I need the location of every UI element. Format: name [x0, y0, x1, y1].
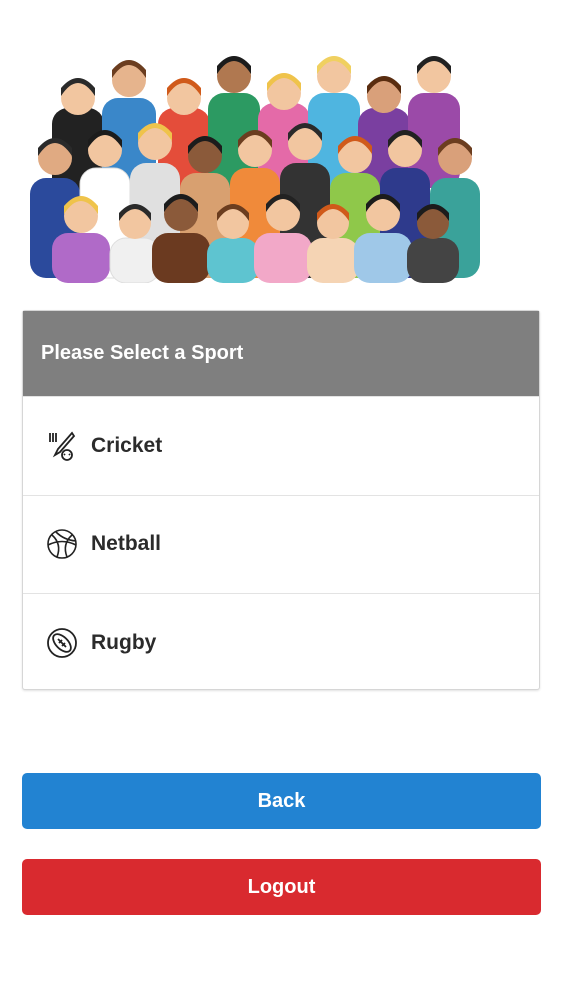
- sport-label: Cricket: [91, 433, 163, 457]
- sport-item-netball[interactable]: Netball: [23, 494, 539, 594]
- sport-item-rugby[interactable]: Rugby: [23, 593, 539, 692]
- sport-selection-card: Please Select a Sport Cricket Netball Ru…: [22, 310, 540, 690]
- cricket-icon: [45, 429, 79, 463]
- rugby-icon: [45, 626, 79, 660]
- sport-label: Rugby: [91, 630, 157, 654]
- netball-icon: [45, 527, 79, 561]
- card-header: Please Select a Sport: [23, 311, 539, 396]
- sport-label: Netball: [91, 532, 162, 556]
- crowd-illustration: [30, 56, 480, 283]
- logout-button[interactable]: Logout: [22, 859, 541, 915]
- back-button[interactable]: Back: [22, 773, 541, 829]
- sport-item-cricket[interactable]: Cricket: [23, 396, 539, 495]
